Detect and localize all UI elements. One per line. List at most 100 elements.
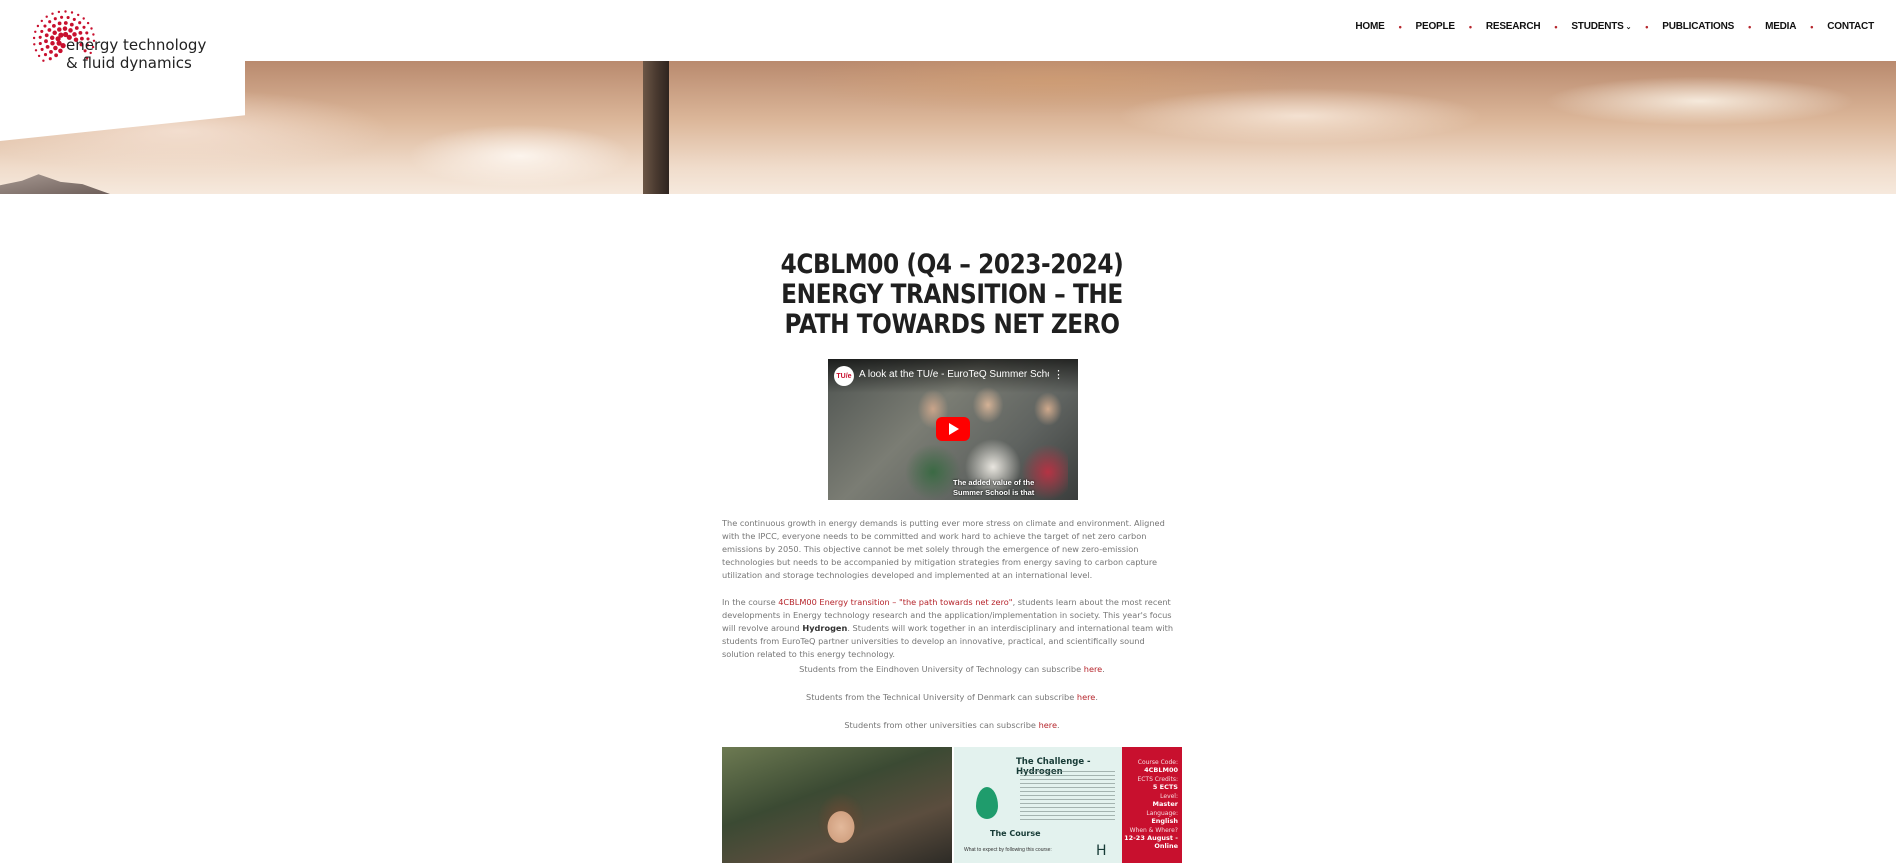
logo-dot: [66, 15, 70, 20]
logo-dot: [68, 28, 73, 33]
info-key: When & Where?: [1129, 827, 1178, 834]
nav-media[interactable]: MEDIA: [1765, 21, 1796, 32]
nav-separator: •: [1554, 21, 1558, 32]
logo-dot: [38, 35, 42, 39]
video-title[interactable]: A look at the TU/e - EuroTeQ Summer Scho…: [859, 369, 1049, 380]
video-embed[interactable]: TU/e A look at the TU/e - EuroTeQ Summer…: [828, 359, 1078, 500]
logo-dot: [40, 29, 44, 33]
site-logo[interactable]: energy technology & fluid dynamics: [66, 36, 206, 72]
logo-dot: [50, 41, 55, 46]
course-text-pre: In the course: [722, 597, 779, 607]
info-value: English: [1151, 817, 1178, 825]
logo-dot: [40, 19, 43, 23]
info-key: Language:: [1146, 810, 1178, 817]
nav-publications[interactable]: PUBLICATIONS: [1662, 21, 1734, 32]
play-icon[interactable]: [936, 417, 970, 441]
subscribe-link-tue[interactable]: here: [1084, 664, 1102, 674]
nav-separator: •: [1748, 21, 1752, 32]
logo-dot: [52, 24, 56, 28]
logo-dot: [57, 10, 61, 14]
logo-dot: [49, 35, 55, 41]
logo-dot: [58, 48, 63, 54]
logo-dot: [49, 50, 53, 54]
hero-banner: [0, 61, 1896, 194]
subscribe-tue: Students from the Eindhoven University o…: [799, 664, 1105, 674]
course-focus: Hydrogen: [802, 623, 848, 633]
channel-avatar[interactable]: TU/e: [834, 366, 854, 386]
logo-dot: [72, 17, 76, 21]
main-nav: HOME • PEOPLE • RESEARCH • STUDENTS ⌄ • …: [1355, 21, 1874, 32]
subscribe-text: Students from the Technical University o…: [806, 692, 1077, 702]
course-info-panel: Course Code: 4CBLM00 ECTS Credits: 5 ECT…: [1122, 747, 1182, 863]
course-gallery: The Challenge - Hydrogen The Course What…: [722, 747, 1182, 863]
logo-dot: [53, 45, 58, 51]
water-drop-icon: [976, 787, 998, 819]
logo-dot: [37, 54, 41, 58]
logo-dot: [58, 32, 64, 38]
logo-dot: [34, 30, 37, 33]
logo-dot: [47, 28, 52, 32]
more-options-icon[interactable]: ⋮: [1053, 368, 1064, 381]
logo-dot: [64, 10, 67, 13]
video-caption: The added value of the Summer School is …: [953, 478, 1034, 498]
chevron-down-icon: ⌄: [1625, 23, 1632, 31]
nav-separator: •: [1398, 21, 1402, 32]
logo-dot: [45, 45, 50, 49]
logo-dot: [90, 27, 93, 30]
nav-people[interactable]: PEOPLE: [1416, 21, 1456, 32]
logo-dot: [53, 17, 57, 21]
logo-dot: [44, 33, 49, 38]
student-portrait: [810, 789, 872, 863]
info-value: 5 ECTS: [1152, 783, 1178, 791]
subscribe-link-other[interactable]: here: [1039, 720, 1057, 730]
info-value: 4CBLM00: [1144, 766, 1178, 774]
nav-students-label: STUDENTS: [1571, 21, 1624, 32]
hydrogen-symbol: H: [1096, 843, 1107, 859]
student-photo[interactable]: [722, 747, 952, 863]
logo-dot: [33, 43, 36, 46]
logo-dot: [42, 59, 45, 62]
subscribe-text: Students from the Eindhoven University o…: [799, 664, 1084, 674]
logo-line-2: & fluid dynamics: [66, 54, 192, 72]
info-key: Course Code:: [1137, 759, 1178, 766]
nav-research[interactable]: RESEARCH: [1486, 21, 1541, 32]
subscribe-dtu: Students from the Technical University o…: [806, 692, 1098, 702]
logo-dot: [78, 31, 83, 35]
nav-separator: •: [1645, 21, 1649, 32]
logo-dot: [78, 21, 82, 25]
flyer-course-title: The Course: [990, 829, 1041, 838]
logo-dot: [69, 22, 74, 27]
logo-dot: [32, 36, 36, 40]
flyer-course-text: What to expect by following this course:: [964, 847, 1052, 853]
logo-dot: [43, 53, 48, 57]
logo-line-1: energy technology: [66, 36, 207, 54]
logo-dot: [82, 25, 86, 29]
course-link[interactable]: 4CBLM00 Energy transition – "the path to…: [778, 597, 1012, 607]
logo-dot: [56, 40, 62, 46]
mountain-silhouette: [0, 174, 110, 194]
course-flyer[interactable]: The Challenge - Hydrogen The Course What…: [954, 747, 1122, 863]
logo-dot: [82, 17, 85, 20]
subscribe-other: Students from other universities can sub…: [844, 720, 1060, 730]
top-bar: HOME • PEOPLE • RESEARCH • STUDENTS ⌄ • …: [0, 0, 1896, 61]
logo-dot: [44, 39, 48, 44]
nav-separator: •: [1810, 21, 1814, 32]
logo-dot: [62, 26, 68, 31]
content-column: 4CBLM00 (Q4 – 2023-2024) ENERGY TRANSITI…: [722, 250, 1182, 340]
course-paragraph: In the course 4CBLM00 Energy transition …: [722, 596, 1177, 661]
logo-dot: [48, 20, 52, 24]
logo-dot: [74, 26, 79, 30]
nav-home[interactable]: HOME: [1355, 21, 1384, 32]
nav-students[interactable]: STUDENTS ⌄: [1571, 21, 1631, 32]
subscribe-text: Students from other universities can sub…: [844, 720, 1039, 730]
info-value: Master: [1152, 800, 1178, 808]
nav-contact[interactable]: CONTACT: [1827, 21, 1874, 32]
logo-dot: [77, 13, 80, 17]
info-key: Level:: [1160, 793, 1178, 800]
logo-dot: [85, 31, 89, 35]
subscribe-link-dtu[interactable]: here: [1077, 692, 1095, 702]
logo-dot: [45, 15, 48, 18]
info-key: ECTS Credits:: [1137, 776, 1178, 783]
logo-dot: [57, 27, 62, 32]
nav-separator: •: [1468, 21, 1472, 32]
